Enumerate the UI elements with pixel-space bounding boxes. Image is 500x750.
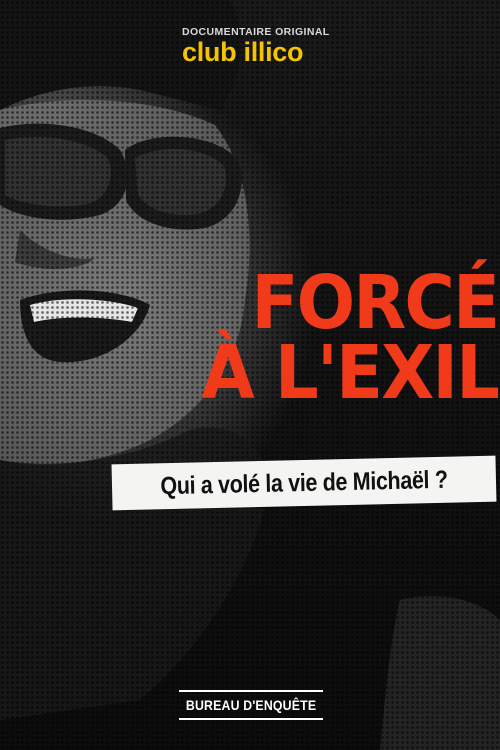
subtitle-banner: Qui a volé la vie de Michaël ? [111, 455, 497, 511]
poster-title: FORCÉ À L'EXIL [201, 260, 500, 416]
title-line-1: FORCÉ [251, 260, 500, 346]
badge-text: BUREAU D'ENQUÊTE [185, 697, 317, 713]
subtitle-text: Qui a volé la vie de Michaël ? [160, 465, 448, 500]
bureau-badge: BUREAU D'ENQUÊTE [179, 690, 323, 720]
poster: DOCUMENTAIRE ORIGINAL club illico FORCÉ … [0, 0, 500, 750]
brand-logo: club illico [182, 37, 304, 67]
title-line-2: À L'EXIL [201, 330, 500, 416]
brand-block: DOCUMENTAIRE ORIGINAL club illico [182, 26, 332, 68]
